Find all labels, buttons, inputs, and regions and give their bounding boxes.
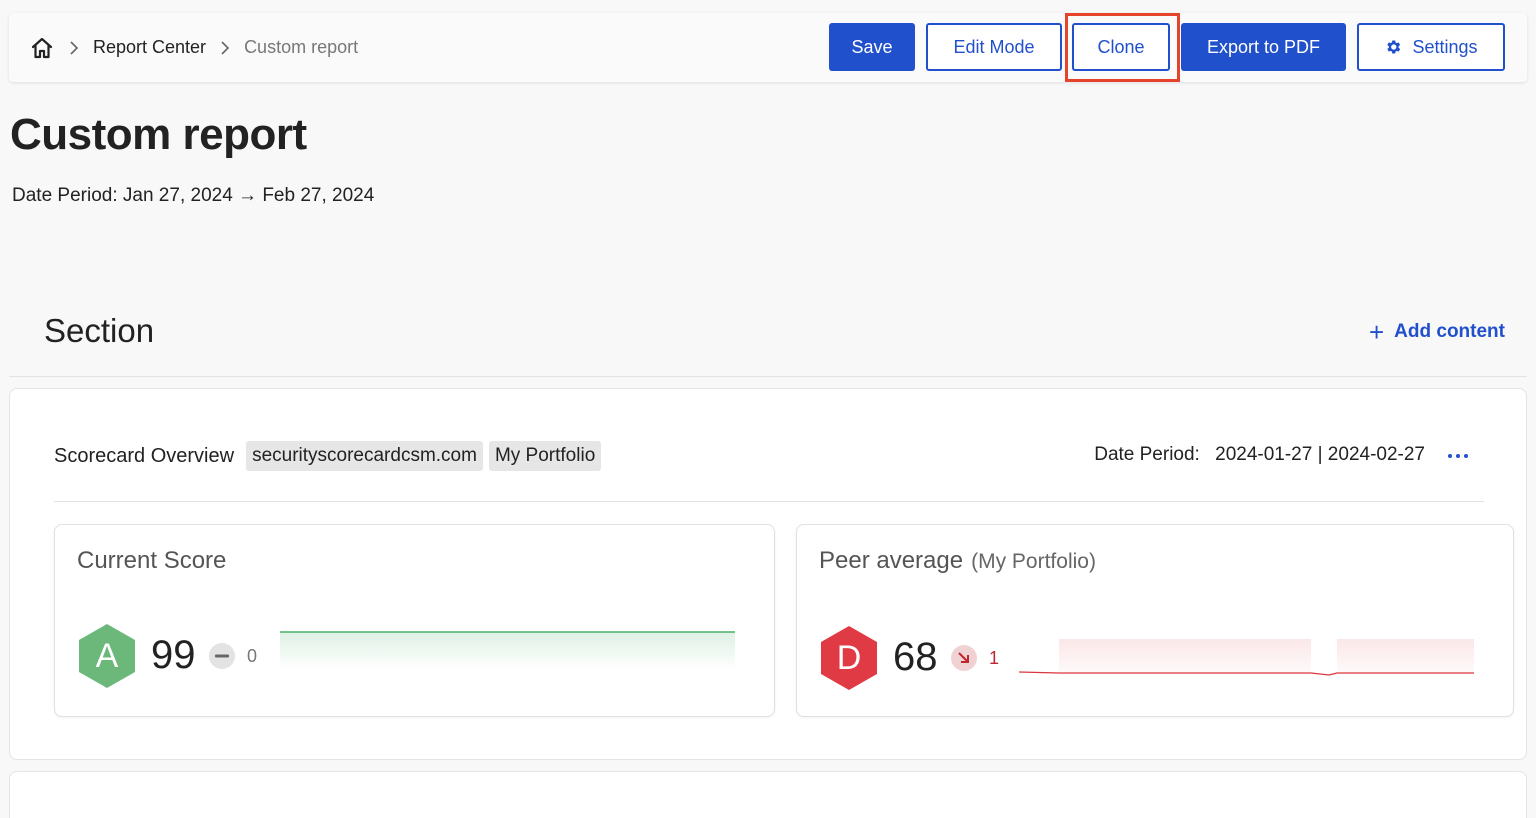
widget-title: Scorecard Overview: [54, 444, 235, 467]
settings-label: Settings: [1412, 36, 1478, 57]
peer-average-value: 68: [893, 635, 938, 679]
export-pdf-button[interactable]: Export to PDF: [1181, 23, 1346, 71]
more-horizontal-icon[interactable]: [1448, 449, 1468, 463]
no-change-icon: [209, 643, 235, 669]
widget-date-period: Date Period: 2024-01-27 | 2024-02-27: [1094, 444, 1425, 466]
section-title: Section: [44, 312, 155, 349]
peer-average-trend-value: 1: [989, 648, 1000, 668]
grade-letter: A: [95, 636, 119, 675]
chevron-right-icon: [220, 40, 230, 55]
peer-average-sparkline: [1019, 639, 1474, 676]
edit-mode-button[interactable]: Edit Mode: [926, 23, 1062, 71]
breadcrumb-current: Custom report: [244, 37, 359, 57]
current-score-panel: Current Score A 99 0: [54, 524, 775, 717]
grade-badge-d: D: [819, 625, 879, 691]
next-section-card: [9, 771, 1527, 818]
peer-average-label: Peer average: [819, 547, 964, 574]
current-score-value: 99: [151, 633, 196, 677]
add-content-label: Add content: [1394, 321, 1505, 342]
home-icon[interactable]: [29, 35, 55, 61]
add-content-button[interactable]: + Add content: [1369, 319, 1505, 345]
peer-average-panel: Peer average (My Portfolio) D 68 1: [796, 524, 1514, 717]
section-divider: [9, 376, 1527, 377]
scorecard-overview-card: Scorecard Overview securityscorecardcsm.…: [9, 388, 1527, 760]
chevron-right-icon: [69, 40, 79, 55]
grade-letter: D: [836, 638, 862, 677]
current-score-trend-value: 0: [247, 646, 258, 666]
clone-button[interactable]: Clone: [1072, 23, 1170, 71]
report-date-period: Date Period: Jan 27, 2024 → Feb 27, 2024: [12, 185, 375, 206]
gear-icon: [1384, 38, 1402, 56]
widget-header: Scorecard Overview securityscorecardcsm.…: [54, 441, 607, 471]
widget-date-value: 2024-01-27 | 2024-02-27: [1215, 444, 1425, 465]
arrow-down-right-icon: [951, 645, 977, 671]
plus-icon: +: [1368, 317, 1385, 347]
peer-average-title: Peer average (My Portfolio): [819, 547, 1096, 575]
page-title: Custom report: [10, 110, 307, 159]
domain-tag: securityscorecardcsm.com: [246, 441, 483, 471]
breadcrumb-report-center[interactable]: Report Center: [93, 37, 206, 58]
portfolio-tag: My Portfolio: [488, 441, 602, 471]
peer-average-subtitle: (My Portfolio): [971, 550, 1096, 573]
top-bar: Report Center Custom report Save Edit Mo…: [9, 13, 1527, 82]
widget-divider: [54, 501, 1484, 502]
settings-button[interactable]: Settings: [1357, 23, 1505, 71]
save-button[interactable]: Save: [829, 23, 915, 71]
breadcrumb: Report Center Custom report: [29, 13, 358, 82]
widget-date-label: Date Period:: [1094, 444, 1200, 465]
current-score-sparkline: [280, 631, 735, 670]
grade-badge-a: A: [77, 623, 137, 689]
current-score-title: Current Score: [77, 547, 227, 574]
